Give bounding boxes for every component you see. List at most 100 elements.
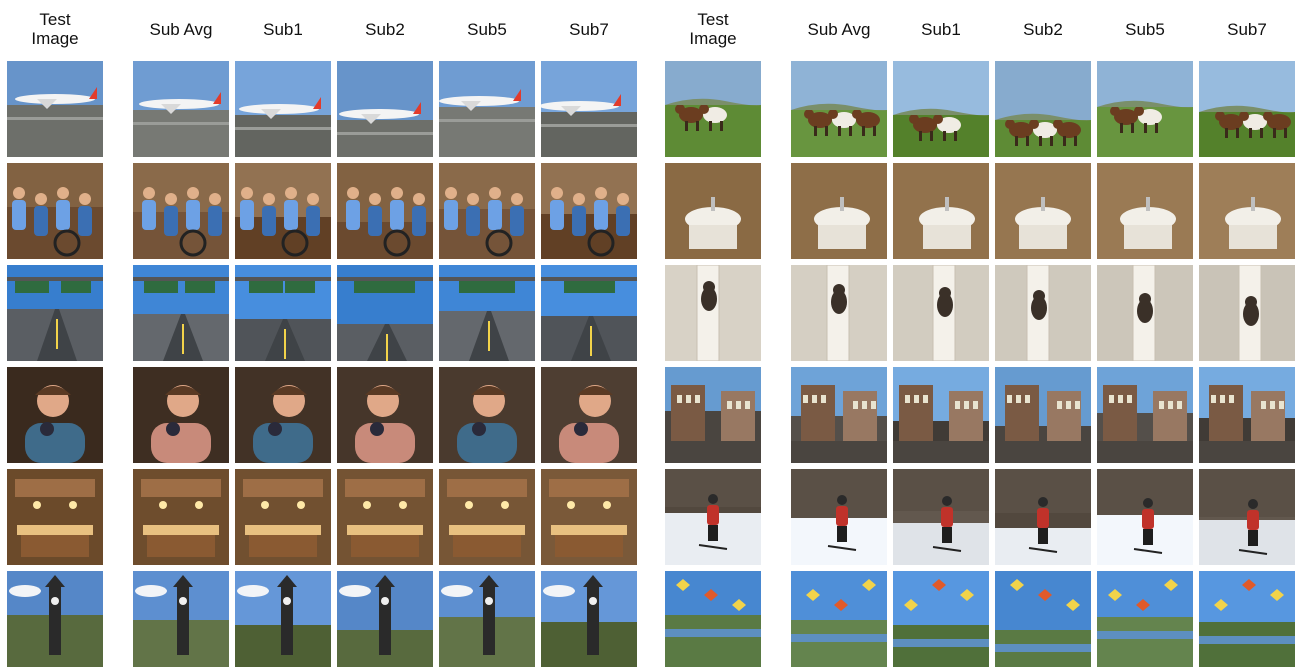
person-body xyxy=(78,206,92,236)
column-header: Sub1 xyxy=(921,19,961,39)
generated-image-thumbnail xyxy=(541,469,637,565)
cow-leg xyxy=(862,126,865,136)
cat-head xyxy=(939,287,951,299)
cow-leg xyxy=(814,126,817,136)
held-object xyxy=(472,422,486,436)
generated-image-thumbnail xyxy=(893,469,989,565)
runway-line xyxy=(541,124,637,127)
generated-image-thumbnail xyxy=(337,265,433,361)
scene-airplane xyxy=(439,61,535,157)
generated-image-thumbnail xyxy=(133,571,229,667)
generated-image-thumbnail xyxy=(791,163,887,259)
held-object xyxy=(268,422,282,436)
ceiling-light xyxy=(33,501,41,509)
building xyxy=(1005,385,1039,441)
generated-image-thumbnail xyxy=(995,163,1091,259)
scene-ground xyxy=(791,620,887,667)
generated-image-thumbnail xyxy=(541,163,637,259)
person-body xyxy=(164,206,178,236)
scene-bathroom xyxy=(665,163,761,259)
test-image-thumbnail xyxy=(7,367,103,463)
cow-head xyxy=(1134,106,1144,116)
scene-kites xyxy=(995,571,1091,667)
scene-kites xyxy=(1199,571,1295,667)
person-head xyxy=(209,193,221,205)
generated-image-thumbnail xyxy=(791,367,887,463)
countertop xyxy=(245,525,321,535)
scene-street xyxy=(1199,367,1295,463)
scene-people xyxy=(439,163,535,259)
generated-image-thumbnail xyxy=(541,571,637,667)
countertop xyxy=(551,525,627,535)
highway-sign xyxy=(15,281,49,293)
skier-helmet xyxy=(1143,498,1153,508)
clock-tower xyxy=(49,585,61,655)
generated-image-thumbnail xyxy=(995,571,1091,667)
person-head xyxy=(445,187,457,199)
skier-helmet xyxy=(1038,497,1048,507)
test-image-thumbnail xyxy=(665,571,761,667)
generated-image-thumbnail xyxy=(337,61,433,157)
sink-cabinet xyxy=(818,225,866,249)
window xyxy=(1118,395,1123,403)
generated-image-thumbnail xyxy=(541,367,637,463)
test-image-thumbnail xyxy=(665,61,761,157)
window xyxy=(905,395,910,403)
generated-image-thumbnail xyxy=(1097,367,1193,463)
window xyxy=(736,401,741,409)
cow-leg xyxy=(943,131,946,141)
scene-highway xyxy=(439,265,535,361)
generated-image-thumbnail xyxy=(235,61,331,157)
highway-sign xyxy=(61,281,91,293)
generated-image-thumbnail xyxy=(791,469,887,565)
faucet xyxy=(945,197,949,211)
skier-helmet xyxy=(1248,499,1258,509)
person-body xyxy=(208,206,222,236)
column-header: Sub Avg xyxy=(807,19,871,39)
person-head xyxy=(307,193,319,205)
clock-face xyxy=(589,597,597,605)
scene-portrait xyxy=(133,367,229,463)
scene-ground xyxy=(665,615,761,667)
window xyxy=(812,395,817,403)
generated-image-thumbnail xyxy=(337,367,433,463)
generated-image-thumbnail xyxy=(1097,265,1193,361)
scene-portrait xyxy=(7,367,103,463)
window xyxy=(695,395,700,403)
scene-people xyxy=(7,163,103,259)
scene-ground xyxy=(235,115,331,157)
lane-marking xyxy=(386,334,388,361)
generated-image-thumbnail xyxy=(235,367,331,463)
upper-cabinets xyxy=(447,479,527,497)
sink-cabinet xyxy=(1229,225,1277,249)
generated-image-thumbnail xyxy=(1097,163,1193,259)
column-header: Sub2 xyxy=(365,19,405,39)
highway-sign xyxy=(385,281,415,293)
person-body xyxy=(284,200,298,230)
scene-airplane xyxy=(337,61,433,157)
sign-gantry xyxy=(235,277,331,281)
window xyxy=(1279,401,1284,409)
scene-highway xyxy=(541,265,637,361)
cow-leg xyxy=(1050,136,1053,146)
held-object xyxy=(166,422,180,436)
cow-head xyxy=(909,114,919,124)
street-road xyxy=(995,441,1091,463)
ceiling-light xyxy=(399,501,407,509)
faucet xyxy=(1251,197,1255,211)
building xyxy=(1103,385,1137,441)
sign-gantry xyxy=(133,277,229,281)
scene-skier xyxy=(893,469,989,565)
person-body xyxy=(390,200,404,230)
generated-image-thumbnail xyxy=(995,61,1091,157)
generated-image-thumbnail xyxy=(1199,469,1295,565)
test-image-thumbnail xyxy=(7,163,103,259)
scene-kitchen xyxy=(439,469,535,565)
person-body xyxy=(346,200,360,230)
scene-portrait xyxy=(337,367,433,463)
person-head xyxy=(617,193,629,205)
generated-image-thumbnail xyxy=(133,61,229,157)
scene-ground xyxy=(133,110,229,157)
test-image-thumbnail xyxy=(7,265,103,361)
ceiling-light xyxy=(159,501,167,509)
